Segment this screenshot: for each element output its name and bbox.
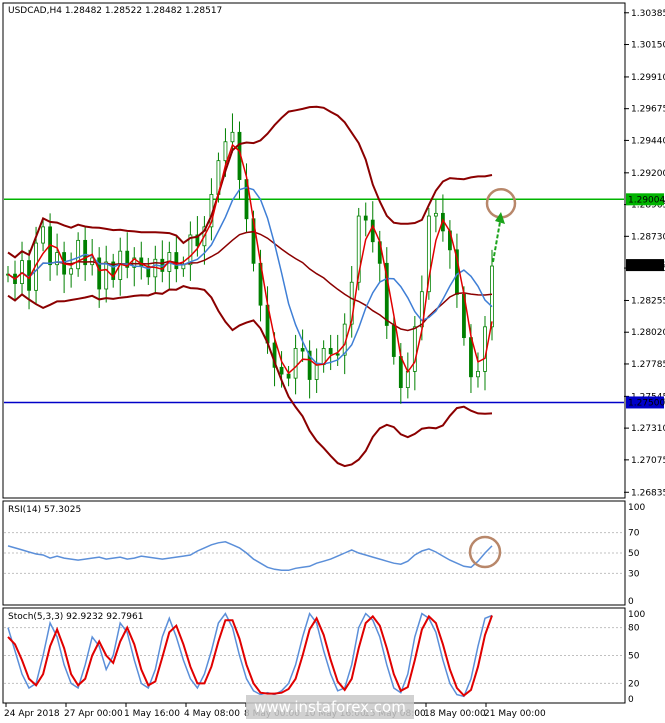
- price-axis-label: 1.26835: [631, 488, 665, 498]
- stoch-axis-label: 20: [628, 679, 640, 689]
- candle-body: [469, 337, 473, 378]
- price-axis-label: 1.30150: [631, 41, 665, 51]
- price-axis-label: 1.27785: [631, 360, 665, 370]
- time-axis-label: 24 Apr 2018: [4, 709, 60, 719]
- candle-body: [230, 131, 235, 143]
- candle-body: [412, 326, 417, 372]
- rsi-axis-label: 0: [628, 597, 634, 607]
- price-axis-label: 1.29440: [631, 136, 665, 146]
- candle-body: [314, 364, 319, 380]
- stoch-title: Stoch(5,3,3) 92.9232 92.7961: [8, 612, 143, 622]
- rsi-title: RSI(14) 57.3025: [8, 505, 81, 515]
- current-price-label: 1.28517: [628, 261, 665, 271]
- price-axis-label: 1.29200: [631, 169, 665, 179]
- candle-body: [174, 252, 179, 270]
- candle-body: [398, 356, 403, 388]
- time-axis-label: 4 May 08:00: [184, 709, 240, 719]
- candle-body: [405, 370, 410, 388]
- rsi-axis-label: 100: [628, 503, 645, 513]
- stoch-axis-label: 50: [628, 652, 640, 662]
- stoch-axis-label: 80: [628, 624, 640, 634]
- watermark-text: www.instaforex.com: [254, 698, 406, 716]
- candle-body: [490, 265, 494, 328]
- candle-body: [104, 261, 109, 290]
- price-axis-label: 1.30385: [631, 9, 665, 19]
- price-axis-label: 1.28020: [631, 328, 665, 338]
- candle-body: [476, 370, 480, 378]
- candle-body: [41, 226, 45, 244]
- candle-body: [363, 215, 368, 221]
- price-axis-label: 1.28730: [631, 232, 665, 242]
- candle-body: [293, 348, 298, 379]
- candle-body: [328, 348, 333, 355]
- level-price-label: 1.29004: [628, 195, 665, 205]
- candle-body: [370, 219, 375, 243]
- candle-body: [286, 373, 291, 379]
- rsi-axis-label: 70: [628, 529, 640, 539]
- price-axis-label: 1.29675: [631, 105, 665, 115]
- stoch-axis-label: 0: [628, 695, 634, 705]
- candle-body: [391, 325, 396, 357]
- candle-body: [223, 141, 228, 162]
- candle-body: [300, 348, 305, 352]
- price-axis-label: 1.29910: [631, 73, 665, 83]
- candle-body: [83, 239, 88, 266]
- time-axis-label: 1 May 16:00: [124, 709, 180, 719]
- main-chart-title: USDCAD,H4 1.28482 1.28522 1.28482 1.2851…: [8, 6, 222, 16]
- main-panel-frame: [2, 2, 626, 499]
- stoch-axis-label: 100: [628, 610, 645, 620]
- chart-root: 1.30385 1.30150 1.29910 1.29675 1.29440 1.292…: [2, 2, 665, 719]
- time-axis-label: 18 May 00:00: [424, 709, 486, 719]
- level-price-label: 1.27500: [628, 398, 665, 408]
- candle-body: [69, 268, 74, 275]
- candle-body: [335, 353, 340, 356]
- rsi-axis-label: 30: [628, 569, 640, 579]
- time-axis-label: 27 Apr 00:00: [64, 709, 123, 719]
- price-axis-label: 1.27310: [631, 424, 665, 434]
- rsi-axis-label: 50: [628, 549, 640, 559]
- price-axis-label: 1.28255: [631, 296, 665, 306]
- candle-body: [279, 366, 284, 375]
- price-axis-label: 1.27075: [631, 456, 665, 466]
- candle-body: [433, 212, 438, 217]
- time-axis-label: 21 May 00:00: [484, 709, 546, 719]
- candle-body: [76, 239, 81, 270]
